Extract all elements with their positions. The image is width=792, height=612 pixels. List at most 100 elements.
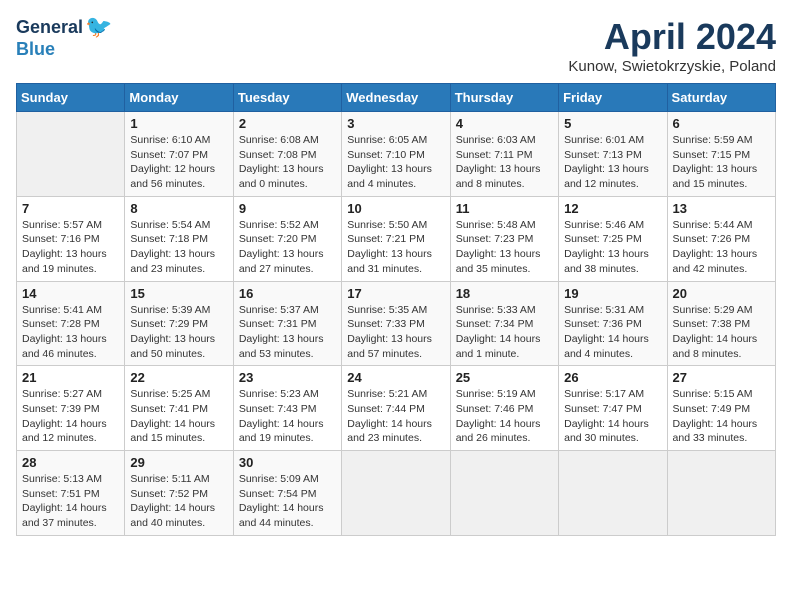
calendar-cell: 21 Sunrise: 5:27 AM Sunset: 7:39 PM Dayli… bbox=[17, 366, 125, 451]
day-number: 4 bbox=[456, 116, 553, 131]
header-day-sunday: Sunday bbox=[17, 84, 125, 112]
day-info: Sunrise: 6:10 AM Sunset: 7:07 PM Dayligh… bbox=[130, 133, 227, 192]
day-info: Sunrise: 5:09 AM Sunset: 7:54 PM Dayligh… bbox=[239, 472, 336, 531]
calendar-week-2: 7Sunrise: 5:57 AM Sunset: 7:16 PM Daylig… bbox=[17, 196, 776, 281]
calendar-week-3: 14 Sunrise: 5:41 AM Sunset: 7:28 PM Dayli… bbox=[17, 281, 776, 366]
logo: General 🐦 Blue bbox=[16, 16, 112, 60]
calendar-cell: 7Sunrise: 5:57 AM Sunset: 7:16 PM Daylig… bbox=[17, 196, 125, 281]
day-number: 13 bbox=[673, 201, 770, 216]
day-number: 28 bbox=[22, 455, 119, 470]
calendar-cell: 29Sunrise: 5:11 AM Sunset: 7:52 PM Dayli… bbox=[125, 451, 233, 536]
day-info: Sunrise: 5:13 AM Sunset: 7:51 PM Dayligh… bbox=[22, 472, 119, 531]
calendar-cell: 19 Sunrise: 5:31 AM Sunset: 7:36 PM Dayli… bbox=[559, 281, 667, 366]
calendar-cell: 20 Sunrise: 5:29 AM Sunset: 7:38 PM Dayli… bbox=[667, 281, 775, 366]
calendar-cell: 26 Sunrise: 5:17 AM Sunset: 7:47 PM Dayli… bbox=[559, 366, 667, 451]
header: General 🐦 Blue April 2024 Kunow, Swietok… bbox=[16, 16, 776, 75]
day-number: 3 bbox=[347, 116, 444, 131]
day-number: 2 bbox=[239, 116, 336, 131]
day-number: 1 bbox=[130, 116, 227, 131]
calendar-cell bbox=[342, 451, 450, 536]
calendar-cell: 25 Sunrise: 5:19 AM Sunset: 7:46 PM Dayli… bbox=[450, 366, 558, 451]
day-number: 15 bbox=[130, 286, 227, 301]
day-info: Sunrise: 5:44 AM Sunset: 7:26 PM Dayligh… bbox=[673, 218, 770, 277]
day-number: 14 bbox=[22, 286, 119, 301]
calendar-cell: 18Sunrise: 5:33 AM Sunset: 7:34 PM Dayli… bbox=[450, 281, 558, 366]
day-number: 7 bbox=[22, 201, 119, 216]
day-info: Sunrise: 5:29 AM Sunset: 7:38 PM Dayligh… bbox=[673, 303, 770, 362]
calendar-cell: 28 Sunrise: 5:13 AM Sunset: 7:51 PM Dayli… bbox=[17, 451, 125, 536]
calendar-cell: 1 Sunrise: 6:10 AM Sunset: 7:07 PM Daylig… bbox=[125, 112, 233, 197]
day-number: 21 bbox=[22, 370, 119, 385]
day-number: 22 bbox=[130, 370, 227, 385]
day-number: 30 bbox=[239, 455, 336, 470]
day-number: 20 bbox=[673, 286, 770, 301]
logo-general: General bbox=[16, 18, 83, 38]
calendar-body: 1 Sunrise: 6:10 AM Sunset: 7:07 PM Daylig… bbox=[17, 112, 776, 536]
calendar-week-1: 1 Sunrise: 6:10 AM Sunset: 7:07 PM Daylig… bbox=[17, 112, 776, 197]
calendar-table: SundayMondayTuesdayWednesdayThursdayFrid… bbox=[16, 83, 776, 536]
day-number: 25 bbox=[456, 370, 553, 385]
calendar-cell: 30 Sunrise: 5:09 AM Sunset: 7:54 PM Dayli… bbox=[233, 451, 341, 536]
day-number: 24 bbox=[347, 370, 444, 385]
calendar-cell: 4 Sunrise: 6:03 AM Sunset: 7:11 PM Daylig… bbox=[450, 112, 558, 197]
day-info: Sunrise: 5:41 AM Sunset: 7:28 PM Dayligh… bbox=[22, 303, 119, 362]
day-number: 19 bbox=[564, 286, 661, 301]
day-info: Sunrise: 5:15 AM Sunset: 7:49 PM Dayligh… bbox=[673, 387, 770, 446]
calendar-cell: 14 Sunrise: 5:41 AM Sunset: 7:28 PM Dayli… bbox=[17, 281, 125, 366]
day-info: Sunrise: 5:54 AM Sunset: 7:18 PM Dayligh… bbox=[130, 218, 227, 277]
calendar-cell: 24 Sunrise: 5:21 AM Sunset: 7:44 PM Dayli… bbox=[342, 366, 450, 451]
calendar-cell: 3 Sunrise: 6:05 AM Sunset: 7:10 PM Daylig… bbox=[342, 112, 450, 197]
day-info: Sunrise: 5:50 AM Sunset: 7:21 PM Dayligh… bbox=[347, 218, 444, 277]
day-number: 9 bbox=[239, 201, 336, 216]
day-info: Sunrise: 5:17 AM Sunset: 7:47 PM Dayligh… bbox=[564, 387, 661, 446]
calendar-cell bbox=[667, 451, 775, 536]
header-day-monday: Monday bbox=[125, 84, 233, 112]
calendar-cell: 16 Sunrise: 5:37 AM Sunset: 7:31 PM Dayli… bbox=[233, 281, 341, 366]
calendar-cell: 10 Sunrise: 5:50 AM Sunset: 7:21 PM Dayli… bbox=[342, 196, 450, 281]
calendar-cell: 5 Sunrise: 6:01 AM Sunset: 7:13 PM Daylig… bbox=[559, 112, 667, 197]
logo-bird-icon: 🐦 bbox=[85, 14, 112, 40]
calendar-cell bbox=[17, 112, 125, 197]
day-number: 12 bbox=[564, 201, 661, 216]
calendar-header-row: SundayMondayTuesdayWednesdayThursdayFrid… bbox=[17, 84, 776, 112]
day-info: Sunrise: 5:39 AM Sunset: 7:29 PM Dayligh… bbox=[130, 303, 227, 362]
calendar-week-4: 21 Sunrise: 5:27 AM Sunset: 7:39 PM Dayli… bbox=[17, 366, 776, 451]
calendar-cell: 17Sunrise: 5:35 AM Sunset: 7:33 PM Dayli… bbox=[342, 281, 450, 366]
day-number: 5 bbox=[564, 116, 661, 131]
day-number: 6 bbox=[673, 116, 770, 131]
day-number: 18 bbox=[456, 286, 553, 301]
calendar-cell: 13 Sunrise: 5:44 AM Sunset: 7:26 PM Dayli… bbox=[667, 196, 775, 281]
calendar-cell: 22 Sunrise: 5:25 AM Sunset: 7:41 PM Dayli… bbox=[125, 366, 233, 451]
day-info: Sunrise: 5:25 AM Sunset: 7:41 PM Dayligh… bbox=[130, 387, 227, 446]
day-info: Sunrise: 5:48 AM Sunset: 7:23 PM Dayligh… bbox=[456, 218, 553, 277]
day-info: Sunrise: 6:01 AM Sunset: 7:13 PM Dayligh… bbox=[564, 133, 661, 192]
calendar-cell: 9Sunrise: 5:52 AM Sunset: 7:20 PM Daylig… bbox=[233, 196, 341, 281]
day-info: Sunrise: 5:11 AM Sunset: 7:52 PM Dayligh… bbox=[130, 472, 227, 531]
calendar-cell: 15 Sunrise: 5:39 AM Sunset: 7:29 PM Dayli… bbox=[125, 281, 233, 366]
day-number: 26 bbox=[564, 370, 661, 385]
header-day-friday: Friday bbox=[559, 84, 667, 112]
day-number: 17 bbox=[347, 286, 444, 301]
day-info: Sunrise: 5:31 AM Sunset: 7:36 PM Dayligh… bbox=[564, 303, 661, 362]
day-number: 10 bbox=[347, 201, 444, 216]
day-info: Sunrise: 6:03 AM Sunset: 7:11 PM Dayligh… bbox=[456, 133, 553, 192]
header-day-thursday: Thursday bbox=[450, 84, 558, 112]
header-day-saturday: Saturday bbox=[667, 84, 775, 112]
calendar-cell: 6 Sunrise: 5:59 AM Sunset: 7:15 PM Daylig… bbox=[667, 112, 775, 197]
month-title: April 2024 bbox=[568, 16, 776, 58]
location-subtitle: Kunow, Swietokrzyskie, Poland bbox=[568, 58, 776, 75]
day-info: Sunrise: 5:19 AM Sunset: 7:46 PM Dayligh… bbox=[456, 387, 553, 446]
logo-blue: Blue bbox=[16, 40, 55, 60]
day-info: Sunrise: 5:59 AM Sunset: 7:15 PM Dayligh… bbox=[673, 133, 770, 192]
day-info: Sunrise: 6:05 AM Sunset: 7:10 PM Dayligh… bbox=[347, 133, 444, 192]
day-number: 11 bbox=[456, 201, 553, 216]
day-info: Sunrise: 5:27 AM Sunset: 7:39 PM Dayligh… bbox=[22, 387, 119, 446]
calendar-cell: 8Sunrise: 5:54 AM Sunset: 7:18 PM Daylig… bbox=[125, 196, 233, 281]
header-day-wednesday: Wednesday bbox=[342, 84, 450, 112]
calendar-cell: 27Sunrise: 5:15 AM Sunset: 7:49 PM Dayli… bbox=[667, 366, 775, 451]
day-info: Sunrise: 5:37 AM Sunset: 7:31 PM Dayligh… bbox=[239, 303, 336, 362]
day-info: Sunrise: 5:21 AM Sunset: 7:44 PM Dayligh… bbox=[347, 387, 444, 446]
day-number: 16 bbox=[239, 286, 336, 301]
day-info: Sunrise: 6:08 AM Sunset: 7:08 PM Dayligh… bbox=[239, 133, 336, 192]
calendar-cell: 23Sunrise: 5:23 AM Sunset: 7:43 PM Dayli… bbox=[233, 366, 341, 451]
